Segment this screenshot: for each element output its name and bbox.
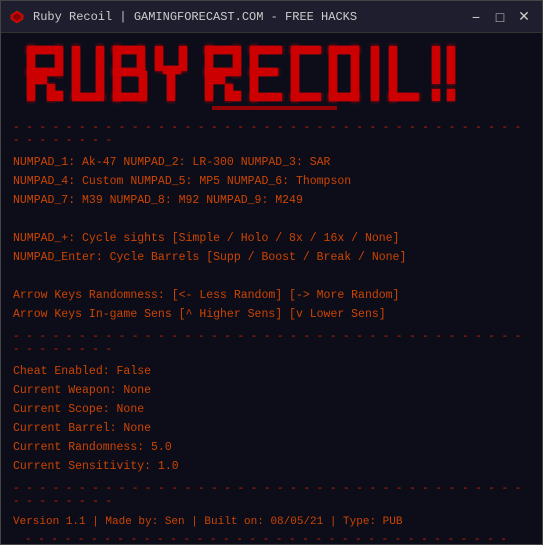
title-bar: Ruby Recoil | GAMINGFORECAST.COM - FREE …	[1, 1, 542, 33]
bot-divider1: - - - - - - - - - - - - - - - - - - - - …	[1, 481, 542, 511]
keybind-line6: NUMPAD_Enter: Cycle Barrels [Supp / Boos…	[13, 249, 530, 268]
footer-divider2: - - - - - - - - - - - - - - - - - - - - …	[13, 531, 530, 544]
logo-svg	[17, 41, 527, 111]
window-controls: − □ ✕	[466, 7, 534, 27]
status-section: Cheat Enabled: False Current Weapon: Non…	[1, 359, 542, 481]
status-current-barrel: Current Barrel: None	[13, 420, 530, 439]
status-current-scope: Current Scope: None	[13, 401, 530, 420]
keybind-line9: Arrow Keys In-game Sens [^ Higher Sens] …	[13, 306, 530, 325]
status-current-weapon: Current Weapon: None	[13, 382, 530, 401]
logo-area	[1, 33, 542, 120]
footer-section: Version 1.1 | Made by: Sen | Built on: 0…	[1, 512, 542, 544]
keybind-spacer1	[13, 211, 530, 230]
status-current-sensitivity: Current Sensitivity: 1.0	[13, 458, 530, 477]
keybind-section: NUMPAD_1: Ak-47 NUMPAD_2: LR-300 NUMPAD_…	[1, 150, 542, 329]
mid-divider: - - - - - - - - - - - - - - - - - - - - …	[1, 329, 542, 359]
maximize-button[interactable]: □	[490, 7, 510, 27]
app-icon	[9, 9, 25, 25]
keybind-line3: NUMPAD_7: M39 NUMPAD_8: M92 NUMPAD_9: M2…	[13, 192, 530, 211]
minimize-button[interactable]: −	[466, 7, 486, 27]
content-area: - - - - - - - - - - - - - - - - - - - - …	[1, 33, 542, 544]
status-current-randomness: Current Randomness: 5.0	[13, 439, 530, 458]
keybind-line5: NUMPAD_+: Cycle sights [Simple / Holo / …	[13, 230, 530, 249]
window-title: Ruby Recoil | GAMINGFORECAST.COM - FREE …	[33, 10, 458, 24]
keybind-spacer2	[13, 268, 530, 287]
keybind-line2: NUMPAD_4: Custom NUMPAD_5: MP5 NUMPAD_6:…	[13, 173, 530, 192]
keybind-line1: NUMPAD_1: Ak-47 NUMPAD_2: LR-300 NUMPAD_…	[13, 154, 530, 173]
top-divider: - - - - - - - - - - - - - - - - - - - - …	[1, 120, 542, 150]
main-window: Ruby Recoil | GAMINGFORECAST.COM - FREE …	[0, 0, 543, 545]
keybind-line8: Arrow Keys Randomness: [<- Less Random] …	[13, 287, 530, 306]
footer-line1: Version 1.1 | Made by: Sen | Built on: 0…	[13, 514, 530, 532]
close-button[interactable]: ✕	[514, 7, 534, 27]
status-cheat-enabled: Cheat Enabled: False	[13, 363, 530, 382]
